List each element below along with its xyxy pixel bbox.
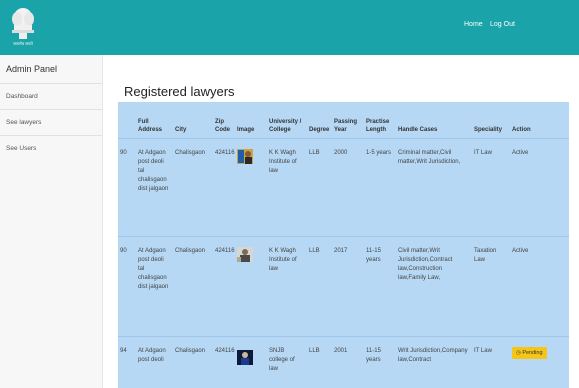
cell-id: 90 xyxy=(120,247,127,254)
cell-university: SNJB college of law xyxy=(269,347,295,372)
sidebar-heading: Admin Panel xyxy=(6,64,58,74)
col-header-university: University / College xyxy=(269,118,302,133)
pending-button[interactable]: ◷ Pending xyxy=(512,346,547,359)
cell-university: K K Wagh Institute of law xyxy=(269,149,297,174)
table-header-row: Full Address City Zip Code Image Univers… xyxy=(118,102,569,138)
col-header-zip: Zip Code xyxy=(215,118,230,133)
col-header-length: Practise Length xyxy=(366,118,390,133)
nav-home-link[interactable]: Home xyxy=(464,21,483,28)
cell-cases: Civil matter,Writ Jurisdiction,Contract … xyxy=(398,247,453,281)
pending-label: Pending xyxy=(522,349,543,356)
nav-logout-link[interactable]: Log Out xyxy=(490,21,515,28)
cell-city: Chalisgaon xyxy=(175,149,206,156)
cell-length: 1-5 years xyxy=(366,149,392,156)
cell-degree: LLB xyxy=(309,149,320,156)
cell-id: 90 xyxy=(120,149,127,156)
col-header-city: City xyxy=(175,126,187,133)
cell-image xyxy=(235,138,267,236)
top-navbar: सत्यमेव जयते Home Log Out xyxy=(0,0,579,55)
emblem-logo[interactable]: सत्यमेव जयते xyxy=(6,5,40,49)
cell-city: Chalisgaon xyxy=(175,347,206,354)
cell-address: At Adgaon post deoli tal chalisgaon dist… xyxy=(138,149,169,192)
cell-university: K K Wagh Institute of law xyxy=(269,247,297,272)
sidebar-item-see-users[interactable]: See Users xyxy=(0,135,102,161)
sidebar: Admin Panel Dashboard See lawyers See Us… xyxy=(0,55,103,388)
cell-speciality: IT Law xyxy=(474,347,492,354)
col-header-address: Full Address xyxy=(138,118,163,133)
col-header-cases: Handle Cases xyxy=(398,126,438,133)
sidebar-item-dashboard[interactable]: Dashboard xyxy=(0,83,102,109)
lawyers-table-container: Full Address City Zip Code Image Univers… xyxy=(118,102,569,388)
cell-year: 2000 xyxy=(334,149,348,156)
col-header-action: Action xyxy=(512,126,531,133)
cell-city: Chalisgaon xyxy=(175,247,206,254)
cell-length: 11-15 years xyxy=(366,347,381,363)
cell-address: At Adgaon post deoli xyxy=(138,347,166,363)
cell-action-status: Active xyxy=(512,149,529,156)
cell-id: 94 xyxy=(120,347,127,354)
sidebar-item-see-lawyers[interactable]: See lawyers xyxy=(0,109,102,135)
cell-degree: LLB xyxy=(309,347,320,354)
cell-year: 2001 xyxy=(334,347,348,354)
col-header-id xyxy=(118,102,136,138)
table-row: 90 At Adgaon post deoli tal chalisgaon d… xyxy=(118,236,569,336)
table-row: 94 At Adgaon post deoli Chalisgaon 42411… xyxy=(118,336,569,388)
cell-degree: LLB xyxy=(309,247,320,254)
cell-cases: Writ Jurisdiction,Company law,Contract xyxy=(398,347,468,363)
cell-length: 11-15 years xyxy=(366,247,381,263)
col-header-speciality: Speciality xyxy=(474,126,503,133)
col-header-degree: Degree xyxy=(309,126,330,133)
cell-zip: 424116 xyxy=(215,247,235,254)
page-title: Registered lawyers xyxy=(124,84,235,99)
cell-image xyxy=(235,336,267,388)
emblem-caption: सत्यमेव जयते xyxy=(13,41,33,46)
cell-zip: 424116 xyxy=(215,149,235,156)
cell-image xyxy=(235,236,267,336)
cell-speciality: Taxation Law xyxy=(474,247,497,263)
col-header-year: Passing Year xyxy=(334,118,358,133)
cell-action: ◷ Pending xyxy=(510,336,569,388)
cell-zip: 424116 xyxy=(215,347,235,354)
lion-emblem-icon xyxy=(12,8,34,39)
col-header-image: Image xyxy=(237,126,255,133)
lawyer-photo-icon[interactable] xyxy=(237,347,253,368)
cell-action-status: Active xyxy=(512,247,529,254)
cell-address: At Adgaon post deoli tal chalisgaon dist… xyxy=(138,247,169,290)
cell-speciality: IT Law xyxy=(474,149,492,156)
lawyers-table: Full Address City Zip Code Image Univers… xyxy=(118,102,569,388)
table-row: 90 At Adgaon post deoli tal chalisgaon d… xyxy=(118,138,569,236)
lawyer-photo-icon[interactable] xyxy=(237,246,253,262)
cell-year: 2017 xyxy=(334,247,348,254)
lawyer-photo-icon[interactable] xyxy=(237,148,253,164)
cell-cases: Criminal matter,Civil matter,Writ Jurisd… xyxy=(398,149,461,165)
